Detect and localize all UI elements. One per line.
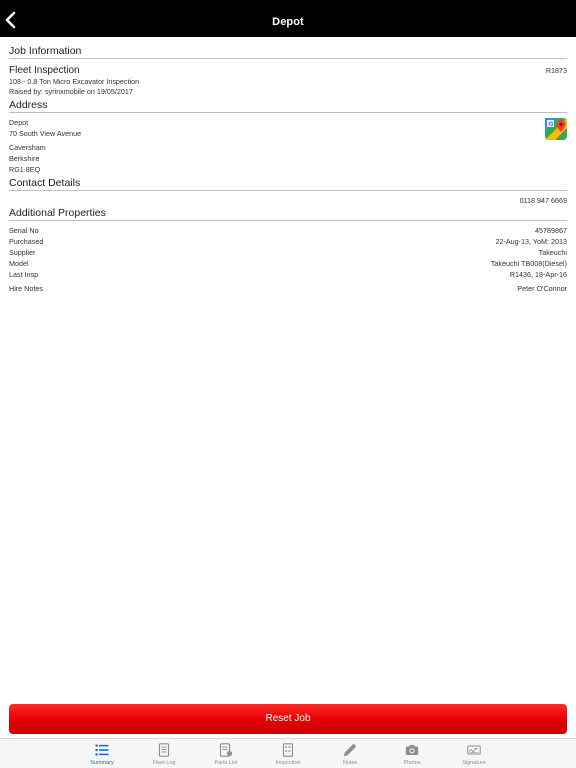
tab-parts-list[interactable]: Parts List — [195, 739, 257, 768]
job-description: 108 - 0.8 Ton Micro Excavator Inspection — [9, 77, 140, 86]
tab-label: Fleet Log — [152, 760, 176, 766]
tab-label: Summary — [90, 760, 114, 766]
pencil-icon — [343, 743, 357, 757]
property-value: Peter O'Connor — [517, 284, 567, 293]
tab-notes[interactable]: Notes — [319, 739, 381, 768]
tab-signature[interactable]: Signature — [443, 739, 505, 768]
job-title: Fleet Inspection — [9, 65, 80, 76]
svg-text:G: G — [549, 121, 554, 128]
maps-icon[interactable]: G — [545, 118, 567, 140]
property-label: Last Insp — [9, 270, 39, 279]
property-label: Purchased — [9, 237, 44, 246]
divider — [9, 112, 567, 113]
tab-summary[interactable]: Summary — [71, 739, 133, 768]
property-label: Hire Notes — [9, 284, 43, 293]
property-value: Takeuchi TB008(Diesel) — [490, 259, 567, 268]
contact-details-heading: Contact Details — [9, 177, 81, 189]
tab-label: Inspection — [275, 760, 301, 766]
tab-label: Notes — [342, 760, 358, 766]
inspection-icon — [282, 743, 294, 757]
property-label: Supplier — [9, 248, 36, 257]
property-label: Serial No — [9, 226, 39, 235]
tab-photos[interactable]: Photos — [381, 739, 443, 768]
tab-label: Parts List — [214, 760, 238, 766]
tab-fleet-log[interactable]: Fleet Log — [133, 739, 195, 768]
contact-phone[interactable]: 0118 947 6669 — [520, 196, 567, 205]
tab-inspection[interactable]: Inspection — [257, 739, 319, 768]
parts-icon — [219, 743, 233, 757]
property-value: 45789867 — [535, 226, 567, 235]
property-value: R1436, 18-Apr-16 — [509, 270, 567, 279]
address-line: Caversham — [9, 143, 46, 152]
camera-icon — [405, 745, 419, 755]
divider — [9, 190, 567, 191]
tab-label: Photos — [403, 760, 421, 766]
tab-label: Signature — [462, 760, 486, 766]
page-title: Depot — [272, 16, 304, 28]
property-label: Model — [9, 259, 29, 268]
tab-bar: Summary Fleet Log Parts List Inspection — [0, 738, 576, 768]
divider — [9, 220, 567, 221]
job-information-heading: Job Information — [9, 45, 82, 57]
raised-by: Raised by: syrinxmobile on 19/05/2017 — [9, 87, 133, 96]
address-heading: Address — [9, 99, 48, 111]
property-value: Takeuchi — [538, 248, 567, 257]
signature-icon — [467, 745, 481, 755]
address-line: 70 South View Avenue — [9, 129, 82, 138]
address-line: Depot — [9, 118, 29, 127]
reset-job-button[interactable]: Reset Job — [9, 704, 567, 734]
divider — [9, 58, 567, 59]
address-line: Berkshire — [9, 154, 40, 163]
address-line: RG1 8EQ — [9, 165, 41, 174]
property-value: 22-Aug-13, YoM: 2013 — [495, 237, 567, 246]
additional-properties-heading: Additional Properties — [9, 207, 106, 219]
navigation-bar: Depot — [0, 0, 576, 37]
log-icon — [158, 743, 170, 757]
list-icon — [95, 744, 109, 756]
job-ref: R1873 — [545, 66, 567, 75]
